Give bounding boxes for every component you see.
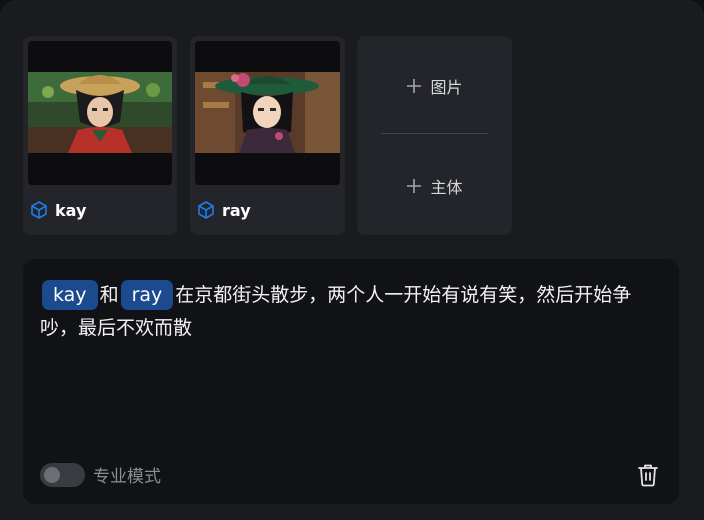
mention-tag-kay[interactable]: kay (42, 280, 98, 310)
reference-name: ray (222, 200, 251, 220)
reference-name: kay (55, 200, 87, 220)
reference-thumbnail-ray (195, 41, 340, 185)
reference-thumbnail-kay (28, 41, 172, 185)
add-subject-button[interactable]: 主体 (357, 162, 512, 210)
toggle-knob (44, 466, 60, 483)
mention-tag-ray[interactable]: ray (120, 280, 174, 310)
cube-icon (31, 201, 47, 219)
prompt-connector: 和 (99, 284, 119, 306)
cube-icon (198, 201, 214, 219)
add-image-button[interactable]: 图片 (357, 62, 512, 110)
add-image-label: 图片 (430, 78, 463, 97)
pro-mode-control: 专业模式 (40, 462, 161, 487)
pro-mode-label: 专业模式 (93, 467, 161, 487)
reference-footer: kay (29, 199, 86, 221)
reference-footer: ray (196, 199, 251, 221)
plus-icon (407, 179, 422, 193)
trash-icon[interactable] (637, 463, 659, 487)
prompt-editor[interactable]: kay 和 ray 在京都街头散步，两个人一开始有说有笑，然后开始争吵，最后不欢而散 … (23, 259, 679, 504)
divider (381, 133, 488, 134)
add-subject-label: 主体 (430, 178, 463, 197)
add-reference-card: 图片 主体 (357, 36, 512, 235)
plus-icon (407, 79, 422, 93)
editor-panel: kay ray 图片 主体 kay 和 ray 在京都街头散步，两个人一开始有说… (0, 0, 704, 520)
reference-card-ray[interactable]: ray (190, 36, 345, 235)
reference-card-kay[interactable]: kay (23, 36, 177, 235)
prompt-text[interactable]: kay 和 ray 在京都街头散步，两个人一开始有说有笑，然后开始争吵，最后不欢而散 (40, 279, 660, 345)
pro-mode-toggle[interactable] (40, 462, 85, 487)
